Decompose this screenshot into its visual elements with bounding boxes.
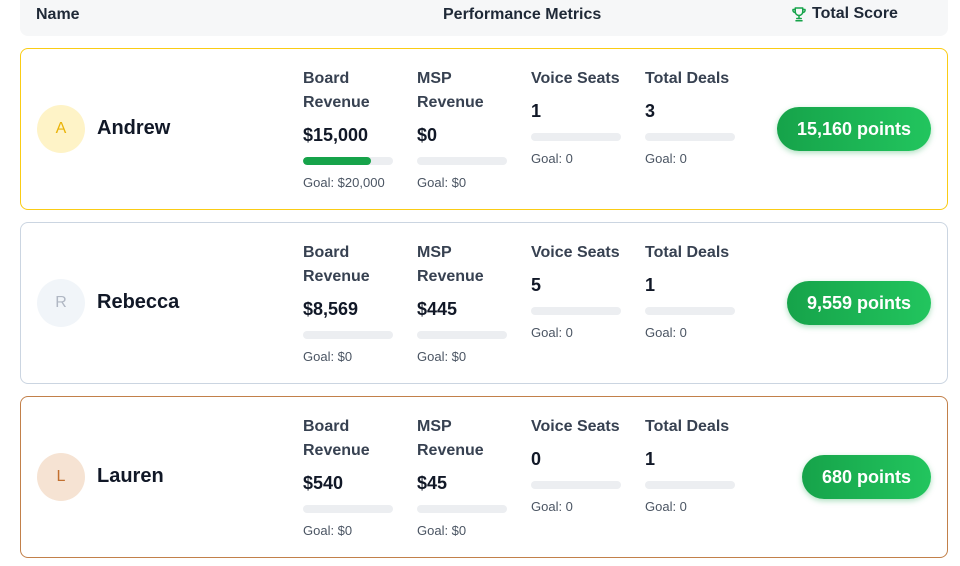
metric-label: Total Deals — [645, 418, 730, 435]
voice-seats-metric: Voice Seats 0 Goal: 0 — [531, 415, 621, 515]
metric-value: 5 — [531, 275, 542, 295]
metric-label: Board Revenue — [303, 70, 370, 111]
progress-bar — [303, 505, 393, 513]
trophy-icon — [792, 7, 806, 22]
metric-label: Voice Seats — [531, 418, 620, 435]
metric-value: 3 — [645, 101, 656, 121]
metric-value: $45 — [417, 473, 448, 493]
msp-revenue-metric: MSP Revenue $0 Goal: $0 — [417, 67, 507, 191]
metric-value: 1 — [645, 275, 656, 295]
board-revenue-metric: Board Revenue $8,569 Goal: $0 — [303, 241, 393, 365]
metric-goal: Goal: $20,000 — [303, 175, 385, 190]
metric-goal: Goal: 0 — [645, 499, 687, 514]
metric-value: $0 — [417, 125, 438, 145]
metric-goal: Goal: $0 — [417, 349, 467, 364]
metric-value: $445 — [417, 299, 458, 319]
player-name: Lauren — [97, 465, 164, 487]
leaderboard-header: Name Performance Metrics Total Score — [20, 0, 948, 36]
leaderboard-row: R Rebecca Board Revenue $8,569 Goal: $0 … — [20, 222, 948, 384]
progress-bar — [531, 307, 621, 315]
metric-goal: Goal: $0 — [303, 523, 353, 538]
avatar: R — [37, 279, 85, 327]
metric-label: MSP Revenue — [417, 70, 484, 111]
total-deals-metric: Total Deals 3 Goal: 0 — [645, 67, 735, 167]
progress-bar — [531, 133, 621, 141]
progress-bar — [645, 133, 735, 141]
progress-bar — [645, 307, 735, 315]
metric-value: $8,569 — [303, 299, 359, 319]
total-score-label: Total Score — [812, 5, 898, 22]
total-deals-metric: Total Deals 1 Goal: 0 — [645, 415, 735, 515]
metric-value: 1 — [645, 449, 656, 469]
metric-label: Voice Seats — [531, 244, 620, 261]
progress-bar — [417, 331, 507, 339]
progress-fill — [303, 157, 371, 165]
metric-label: Board Revenue — [303, 418, 370, 459]
avatar: A — [37, 105, 85, 153]
metric-value: $15,000 — [303, 125, 369, 145]
msp-revenue-metric: MSP Revenue $445 Goal: $0 — [417, 241, 507, 365]
player-name: Andrew — [97, 117, 171, 139]
leaderboard-row: L Lauren Board Revenue $540 Goal: $0 MSP… — [20, 396, 948, 558]
score-badge: 15,160 points — [776, 107, 931, 151]
voice-seats-metric: Voice Seats 1 Goal: 0 — [531, 67, 621, 167]
board-revenue-metric: Board Revenue $15,000 Goal: $20,000 — [303, 67, 393, 191]
metric-label: Total Deals — [645, 244, 730, 261]
metric-label: Total Deals — [645, 70, 730, 87]
progress-bar — [303, 331, 393, 339]
metric-label: Voice Seats — [531, 70, 620, 87]
metric-value: 1 — [531, 101, 542, 121]
metric-goal: Goal: 0 — [531, 151, 573, 166]
progress-bar — [417, 157, 507, 165]
metric-goal: Goal: $0 — [303, 349, 353, 364]
metric-goal: Goal: 0 — [531, 325, 573, 340]
progress-bar — [645, 481, 735, 489]
total-deals-metric: Total Deals 1 Goal: 0 — [645, 241, 735, 341]
score-badge: 680 points — [801, 455, 931, 499]
name-column-header: Name — [36, 6, 80, 23]
progress-bar — [303, 157, 393, 165]
avatar: L — [37, 453, 85, 501]
metric-label: MSP Revenue — [417, 418, 484, 459]
metric-value: 0 — [531, 449, 542, 469]
metric-goal: Goal: $0 — [417, 523, 467, 538]
progress-bar — [417, 505, 507, 513]
metric-goal: Goal: 0 — [645, 151, 687, 166]
metric-goal: Goal: $0 — [417, 175, 467, 190]
player-name: Rebecca — [97, 291, 180, 313]
voice-seats-metric: Voice Seats 5 Goal: 0 — [531, 241, 621, 341]
metric-goal: Goal: 0 — [645, 325, 687, 340]
board-revenue-metric: Board Revenue $540 Goal: $0 — [303, 415, 393, 539]
progress-bar — [531, 481, 621, 489]
leaderboard-row: A Andrew Board Revenue $15,000 Goal: $20… — [20, 48, 948, 210]
msp-revenue-metric: MSP Revenue $45 Goal: $0 — [417, 415, 507, 539]
metric-goal: Goal: 0 — [531, 499, 573, 514]
score-badge: 9,559 points — [786, 281, 931, 325]
metric-value: $540 — [303, 473, 344, 493]
total-score-header: Total Score — [790, 4, 898, 24]
metric-label: Board Revenue — [303, 244, 370, 285]
metric-label: MSP Revenue — [417, 244, 484, 285]
performance-metrics-header: Performance Metrics — [443, 6, 602, 23]
